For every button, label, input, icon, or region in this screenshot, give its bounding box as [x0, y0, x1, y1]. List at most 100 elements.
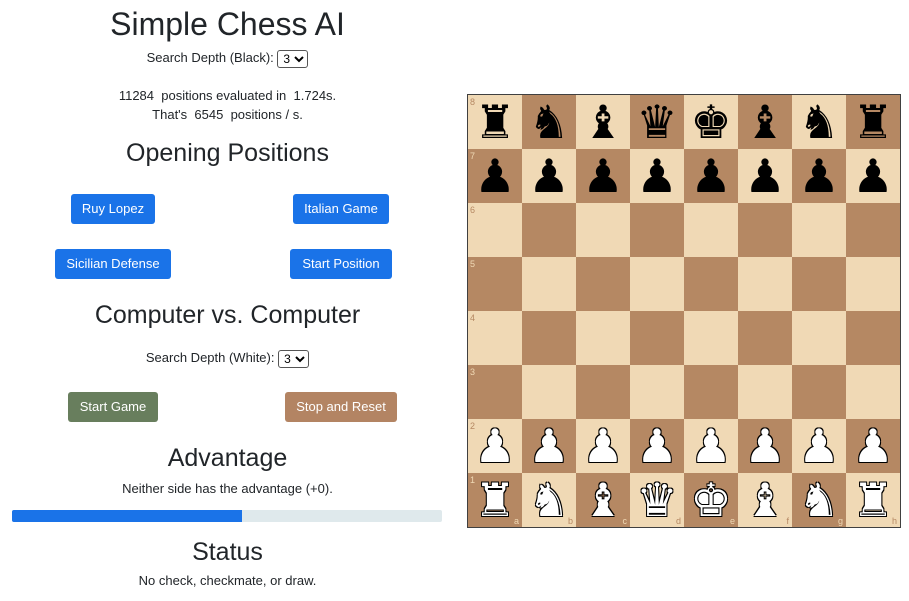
white-rook-icon[interactable]: ♜: [846, 473, 900, 527]
square-e8[interactable]: ♚: [684, 95, 738, 149]
black-queen-icon[interactable]: ♛: [630, 95, 684, 149]
square-a1[interactable]: 1 a ♜: [468, 473, 522, 527]
square-c4[interactable]: [576, 311, 630, 365]
square-g3[interactable]: [792, 365, 846, 419]
square-f5[interactable]: [738, 257, 792, 311]
black-bishop-icon[interactable]: ♝: [738, 95, 792, 149]
black-bishop-icon[interactable]: ♝: [576, 95, 630, 149]
white-pawn-icon[interactable]: ♟: [738, 419, 792, 473]
white-pawn-icon[interactable]: ♟: [684, 419, 738, 473]
square-g2[interactable]: ♟: [792, 419, 846, 473]
square-c8[interactable]: ♝: [576, 95, 630, 149]
square-d6[interactable]: [630, 203, 684, 257]
black-king-icon[interactable]: ♚: [684, 95, 738, 149]
square-b8[interactable]: ♞: [522, 95, 576, 149]
square-a6[interactable]: 6: [468, 203, 522, 257]
black-pawn-icon[interactable]: ♟: [846, 149, 900, 203]
square-a5[interactable]: 5: [468, 257, 522, 311]
start-position-button[interactable]: Start Position: [290, 249, 392, 279]
square-e7[interactable]: ♟: [684, 149, 738, 203]
square-h2[interactable]: ♟: [846, 419, 900, 473]
square-b6[interactable]: [522, 203, 576, 257]
square-f7[interactable]: ♟: [738, 149, 792, 203]
search-depth-black-select[interactable]: 3: [277, 49, 309, 68]
square-f2[interactable]: ♟: [738, 419, 792, 473]
square-g8[interactable]: ♞: [792, 95, 846, 149]
white-pawn-icon[interactable]: ♟: [630, 419, 684, 473]
square-d2[interactable]: ♟: [630, 419, 684, 473]
stop-reset-button[interactable]: Stop and Reset: [285, 392, 397, 422]
square-c6[interactable]: [576, 203, 630, 257]
square-c7[interactable]: ♟: [576, 149, 630, 203]
white-pawn-icon[interactable]: ♟: [522, 419, 576, 473]
square-d5[interactable]: [630, 257, 684, 311]
square-a2[interactable]: 2 ♟: [468, 419, 522, 473]
start-game-button[interactable]: Start Game: [68, 392, 158, 422]
black-pawn-icon[interactable]: ♟: [630, 149, 684, 203]
white-pawn-icon[interactable]: ♟: [846, 419, 900, 473]
square-b5[interactable]: [522, 257, 576, 311]
square-a3[interactable]: 3: [468, 365, 522, 419]
square-b1[interactable]: b ♞: [522, 473, 576, 527]
black-pawn-icon[interactable]: ♟: [522, 149, 576, 203]
square-h5[interactable]: [846, 257, 900, 311]
chess-board[interactable]: 8 ♜ ♞ ♝ ♛ ♚ ♝ ♞ ♜ 7 ♟ ♟ ♟ ♟ ♟ ♟ ♟ ♟ 6 5 4 3 2 ♟ ♟ ♟ ♟ ♟ ♟ ♟ ♟ 1 a ♜ b ♞ c ♝ d ♛…: [467, 94, 901, 528]
white-pawn-icon[interactable]: ♟: [576, 419, 630, 473]
white-king-icon[interactable]: ♚: [684, 473, 738, 527]
square-g1[interactable]: g ♞: [792, 473, 846, 527]
square-h7[interactable]: ♟: [846, 149, 900, 203]
square-e1[interactable]: e ♚: [684, 473, 738, 527]
square-c3[interactable]: [576, 365, 630, 419]
square-e4[interactable]: [684, 311, 738, 365]
square-d7[interactable]: ♟: [630, 149, 684, 203]
black-pawn-icon[interactable]: ♟: [792, 149, 846, 203]
square-a4[interactable]: 4: [468, 311, 522, 365]
search-depth-white-select[interactable]: 3: [278, 349, 310, 368]
square-c5[interactable]: [576, 257, 630, 311]
square-e2[interactable]: ♟: [684, 419, 738, 473]
white-bishop-icon[interactable]: ♝: [576, 473, 630, 527]
square-h6[interactable]: [846, 203, 900, 257]
black-pawn-icon[interactable]: ♟: [576, 149, 630, 203]
square-a8[interactable]: 8 ♜: [468, 95, 522, 149]
white-knight-icon[interactable]: ♞: [522, 473, 576, 527]
square-d8[interactable]: ♛: [630, 95, 684, 149]
square-g6[interactable]: [792, 203, 846, 257]
black-knight-icon[interactable]: ♞: [792, 95, 846, 149]
square-b4[interactable]: [522, 311, 576, 365]
square-f6[interactable]: [738, 203, 792, 257]
square-b3[interactable]: [522, 365, 576, 419]
black-rook-icon[interactable]: ♜: [846, 95, 900, 149]
black-pawn-icon[interactable]: ♟: [738, 149, 792, 203]
square-e5[interactable]: [684, 257, 738, 311]
white-rook-icon[interactable]: ♜: [468, 473, 522, 527]
square-d3[interactable]: [630, 365, 684, 419]
sicilian-defense-button[interactable]: Sicilian Defense: [55, 249, 171, 279]
square-h3[interactable]: [846, 365, 900, 419]
white-bishop-icon[interactable]: ♝: [738, 473, 792, 527]
square-c2[interactable]: ♟: [576, 419, 630, 473]
white-queen-icon[interactable]: ♛: [630, 473, 684, 527]
square-h8[interactable]: ♜: [846, 95, 900, 149]
black-pawn-icon[interactable]: ♟: [468, 149, 522, 203]
square-f8[interactable]: ♝: [738, 95, 792, 149]
square-b7[interactable]: ♟: [522, 149, 576, 203]
italian-game-button[interactable]: Italian Game: [293, 194, 389, 224]
black-knight-icon[interactable]: ♞: [522, 95, 576, 149]
square-e3[interactable]: [684, 365, 738, 419]
square-d1[interactable]: d ♛: [630, 473, 684, 527]
square-g5[interactable]: [792, 257, 846, 311]
square-b2[interactable]: ♟: [522, 419, 576, 473]
black-pawn-icon[interactable]: ♟: [684, 149, 738, 203]
square-h4[interactable]: [846, 311, 900, 365]
square-f3[interactable]: [738, 365, 792, 419]
square-h1[interactable]: h ♜: [846, 473, 900, 527]
square-f4[interactable]: [738, 311, 792, 365]
white-pawn-icon[interactable]: ♟: [792, 419, 846, 473]
square-c1[interactable]: c ♝: [576, 473, 630, 527]
white-knight-icon[interactable]: ♞: [792, 473, 846, 527]
square-d4[interactable]: [630, 311, 684, 365]
black-rook-icon[interactable]: ♜: [468, 95, 522, 149]
ruy-lopez-button[interactable]: Ruy Lopez: [71, 194, 155, 224]
square-f1[interactable]: f ♝: [738, 473, 792, 527]
